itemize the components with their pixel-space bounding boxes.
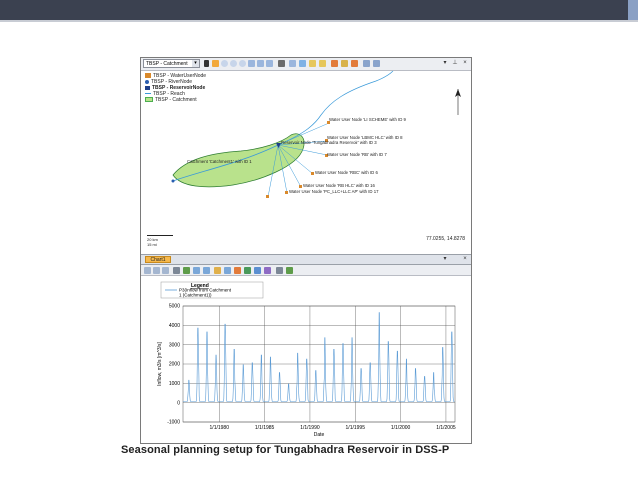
document-tab-bar: Chart1 ▾ × <box>141 255 471 265</box>
chart-grid-icon[interactable] <box>203 267 210 274</box>
y-tick-label: 2000 <box>169 362 180 368</box>
close-icon[interactable]: × <box>461 59 469 67</box>
chart-legend-icon[interactable] <box>224 267 231 274</box>
node-icon[interactable] <box>309 60 316 67</box>
north-arrow-icon <box>455 89 461 115</box>
catchment-tool-icon[interactable] <box>341 60 348 67</box>
water-user-node-17[interactable] <box>285 191 288 194</box>
back-icon[interactable] <box>257 60 264 67</box>
chevron-down-icon[interactable]: ▾ <box>192 60 199 67</box>
x-tick-label: 1/1/2000 <box>391 425 411 431</box>
chart-select-icon[interactable] <box>144 267 151 274</box>
zoom-extent-icon[interactable] <box>239 60 246 67</box>
reservoir-tool-icon[interactable] <box>331 60 338 67</box>
pin-icon[interactable]: ⊥ <box>451 59 459 67</box>
chart-refresh-icon[interactable] <box>244 267 251 274</box>
x-tick-label: 1/1/1995 <box>346 425 366 431</box>
map-view[interactable]: TBSP - WaterUserNode TBSP - RiverNode TB… <box>141 71 471 255</box>
grid-icon[interactable] <box>363 60 370 67</box>
zoom-out-icon[interactable] <box>230 60 237 67</box>
scale-text-mi: 15 mi <box>147 242 157 247</box>
measure-icon[interactable] <box>299 60 306 67</box>
slide-header-divider <box>0 20 638 22</box>
reach-icon[interactable] <box>319 60 326 67</box>
water-user-node-16[interactable] <box>299 185 302 188</box>
dropdown-icon[interactable]: ▾ <box>441 59 449 67</box>
x-tick-label: 1/1/1980 <box>210 425 230 431</box>
inflow-chart: LegendP3(Inflow from Catchment1 (Catchme… <box>157 281 456 438</box>
chart-table-icon[interactable] <box>264 267 271 274</box>
water-user-tool-icon[interactable] <box>351 60 358 67</box>
x-tick-label: 1/1/1985 <box>255 425 275 431</box>
slide-header-accent <box>628 0 638 20</box>
scale-bar: 20 km 15 mi <box>147 235 175 247</box>
y-axis-label: Inflow, m3/s [m^3/s] <box>157 342 163 386</box>
chart-properties-icon[interactable] <box>254 267 261 274</box>
catchment-node-1[interactable] <box>171 179 175 183</box>
chart-series-icon[interactable] <box>183 267 190 274</box>
y-tick-label: 1000 <box>169 381 180 387</box>
x-tick-label: 1/1/1990 <box>300 425 320 431</box>
pan-icon[interactable] <box>248 60 255 67</box>
tab-chart1[interactable]: Chart1 <box>145 256 171 263</box>
chart-toolbar <box>141 265 471 276</box>
label-reservoir: Reservoir Node 'Tungabhadra Reservoir' w… <box>281 140 377 145</box>
layer-select-value: TBSP - Catchment <box>146 61 188 67</box>
chart-stats-icon[interactable] <box>286 267 293 274</box>
dss-p-window: TBSP - Catchment ▾ ▾ ⊥ × TBSP - WaterUse… <box>140 57 472 444</box>
water-user-node-6[interactable] <box>311 172 314 175</box>
select-icon[interactable] <box>212 60 219 67</box>
label-node-17: Water User Node 'PC_LLC+LLC AP' with ID … <box>289 189 379 194</box>
chart-axis-icon[interactable] <box>193 267 200 274</box>
map-toolbar: TBSP - Catchment ▾ ▾ ⊥ × <box>141 58 471 71</box>
y-tick-label: -1000 <box>167 420 180 426</box>
dropdown-icon[interactable]: ▾ <box>441 255 449 263</box>
chart-copy-icon[interactable] <box>276 267 283 274</box>
zoom-in-icon[interactable] <box>221 60 228 67</box>
chart-legend-series-label-cont: 1 (Catchment1)) <box>179 293 212 298</box>
x-tick-label: 1/1/2005 <box>436 425 456 431</box>
pointer-icon[interactable] <box>204 60 209 67</box>
map-coordinates: 77.0255, 14.8278 <box>426 236 465 242</box>
chart-pan-icon[interactable] <box>153 267 160 274</box>
chart-color-icon[interactable] <box>234 267 241 274</box>
slide-caption: Seasonal planning setup for Tungabhadra … <box>121 444 450 456</box>
forward-icon[interactable] <box>266 60 273 67</box>
chart-export-icon[interactable] <box>214 267 221 274</box>
label-catchment: Catchment 'Catchment1' with ID 1 <box>187 159 252 164</box>
y-tick-label: 3000 <box>169 342 180 348</box>
label-node-6: Water User Node 'RBC' with ID 6 <box>315 170 378 175</box>
chart-zoom-icon[interactable] <box>162 267 169 274</box>
label-node-9: Water User Node 'LI SCHEME' with ID 9 <box>329 117 406 122</box>
water-user-node-extra[interactable] <box>266 195 269 198</box>
y-tick-label: 5000 <box>169 304 180 310</box>
label-node-7: Water User Node 'RB' with ID 7 <box>327 152 387 157</box>
print-icon[interactable] <box>278 60 285 67</box>
label-node-16: Water User Node 'RB HLC' with ID 16 <box>303 183 375 188</box>
identify-icon[interactable] <box>289 60 296 67</box>
chart-area[interactable]: Legend P3(Inflow from Catchment 1 (Catchme… <box>141 276 471 443</box>
layer-select[interactable]: TBSP - Catchment ▾ <box>143 59 200 68</box>
close-icon[interactable]: × <box>461 255 469 263</box>
x-axis-label: Date <box>314 432 325 438</box>
y-tick-label: 0 <box>177 400 180 406</box>
chart-print-icon[interactable] <box>173 267 180 274</box>
layers-icon[interactable] <box>373 60 380 67</box>
y-tick-label: 4000 <box>169 323 180 329</box>
slide-header-bar <box>0 0 638 20</box>
